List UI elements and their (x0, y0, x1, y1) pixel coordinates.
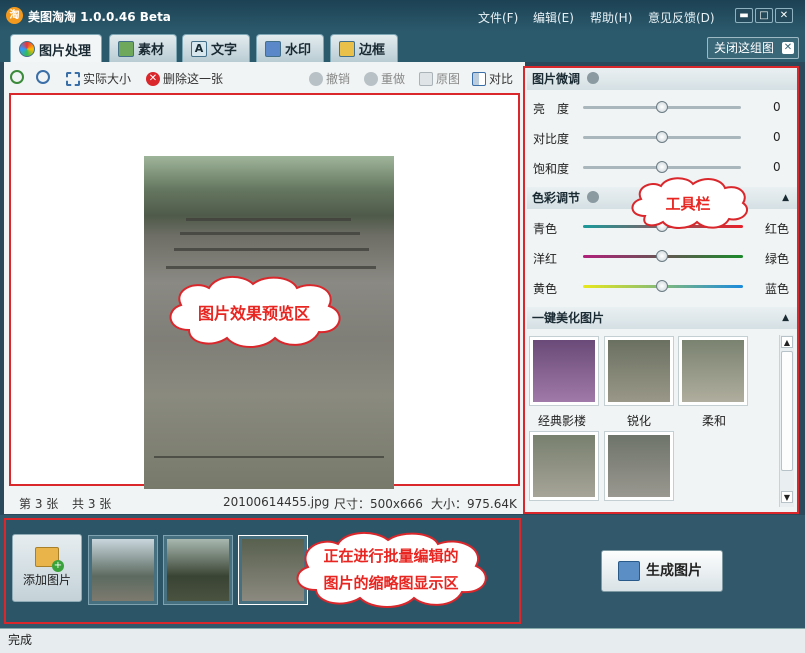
preset-thumbnail[interactable] (529, 431, 599, 501)
red-label: 红色 (765, 222, 790, 236)
image-preview-area[interactable]: 图片效果预览区 (9, 93, 520, 489)
delete-icon: ✕ (146, 71, 160, 86)
image-toolbar: 实际大小 ✕ 删除这一张 撤销 重做 原图 对比 (4, 62, 525, 92)
preset-label: 锐化 (627, 414, 652, 428)
fine-tune-header[interactable]: 图片微调 (527, 68, 797, 90)
original-icon (419, 71, 433, 86)
preview-panel: 实际大小 ✕ 删除这一张 撤销 重做 原图 对比 图片效果预览区 第 3 张 共… (4, 62, 525, 514)
undo-icon (309, 71, 323, 86)
saturation-slider-handle[interactable] (656, 161, 668, 173)
contrast-slider-handle[interactable] (656, 131, 668, 143)
menu-help[interactable]: 帮助(H) (590, 9, 632, 26)
close-group-button[interactable]: 关闭这组图 ✕ (707, 37, 799, 59)
brightness-value: 0 (773, 100, 781, 114)
generate-image-icon (618, 561, 640, 581)
green-label: 绿色 (765, 252, 790, 266)
scrollbar-thumb[interactable] (781, 351, 793, 471)
beautify-header[interactable]: 一键美化图片 ▲ (527, 307, 797, 329)
brightness-slider-handle[interactable] (656, 101, 668, 113)
zoom-in-icon (10, 70, 24, 84)
palette-icon (19, 41, 35, 57)
scroll-down-icon[interactable]: ▼ (781, 491, 793, 503)
preset-label: 经典影楼 (538, 414, 587, 428)
thumbnail-pagoda[interactable] (88, 535, 158, 605)
frame-icon (339, 40, 355, 57)
add-image-button[interactable]: + 添加图片 (12, 534, 82, 602)
app-logo-icon: 淘 (6, 7, 23, 24)
undo-button[interactable]: 撤销 (309, 70, 350, 87)
tab-image-processing[interactable]: 图片处理 (10, 34, 102, 63)
add-image-icon: + (35, 547, 64, 572)
redo-icon (364, 71, 378, 86)
magenta-label: 洋红 (533, 252, 558, 266)
text-icon: A (191, 40, 207, 57)
actual-size-button[interactable]: 实际大小 (66, 70, 131, 87)
preset-thumbnail[interactable] (604, 431, 674, 501)
compare-icon (472, 71, 486, 86)
close-icon: ✕ (782, 42, 794, 54)
image-filesize: 大小：975.64K (431, 497, 517, 511)
image-index: 第 3 张 (19, 497, 59, 511)
saturation-value: 0 (773, 160, 781, 174)
delete-image-button[interactable]: ✕ 删除这一张 (146, 70, 223, 87)
scroll-up-icon[interactable]: ▲ (781, 336, 793, 348)
zoom-out-icon (36, 70, 50, 84)
thumbnails-callout: 正在进行批量编辑的 图片的缩略图显示区 (286, 530, 496, 610)
refresh-icon (587, 72, 600, 84)
presets-scrollbar[interactable]: ▲ ▼ (779, 335, 794, 507)
zoom-in-button[interactable] (10, 70, 24, 84)
tab-material[interactable]: 素材 (109, 34, 177, 62)
preset-soft[interactable] (678, 336, 748, 406)
compare-button[interactable]: 对比 (472, 70, 513, 87)
expand-arrow-icon: ▲ (782, 313, 789, 323)
original-button[interactable]: 原图 (419, 70, 460, 87)
tab-bar: 图片处理 素材 A 文字 水印 边框 (0, 32, 805, 63)
magenta-green-slider-handle[interactable] (656, 250, 668, 262)
image-total: 共 3 张 (72, 497, 112, 511)
material-icon (118, 40, 134, 57)
cyan-label: 青色 (533, 222, 558, 236)
yellow-label: 黄色 (533, 282, 558, 296)
blue-label: 蓝色 (765, 282, 790, 296)
refresh-icon (587, 191, 600, 203)
thumbnail-strip: + 添加图片 正在进行批量编辑的 图片的缩略图显示区 (4, 518, 521, 624)
image-status-bar: 第 3 张 共 3 张 20100614455.jpg 尺寸：500x666 大… (4, 490, 525, 514)
toolbar-callout: 工具栏 (625, 176, 751, 230)
menu-edit[interactable]: 编辑(E) (533, 9, 574, 26)
watermark-icon (265, 40, 281, 57)
yellow-blue-slider-handle[interactable] (656, 280, 668, 292)
saturation-label: 饱和度 (533, 162, 570, 176)
contrast-value: 0 (773, 130, 781, 144)
app-title: 美图淘淘 1.0.0.46 Beta (28, 10, 171, 24)
maximize-button[interactable]: □ (755, 8, 773, 23)
zoom-out-button[interactable] (36, 70, 50, 84)
status-bar: 完成 (0, 628, 805, 653)
close-window-button[interactable]: ✕ (775, 8, 793, 23)
tab-frame[interactable]: 边框 (330, 34, 398, 62)
preset-sharpen[interactable] (604, 336, 674, 406)
menu-feedback[interactable]: 意见反馈(D) (648, 9, 715, 26)
contrast-label: 对比度 (533, 132, 570, 146)
adjust-panel: 图片微调 亮 度 0 对比度 0 饱和度 0 色彩调节 ▲ 青色 红色 洋红 绿… (523, 66, 799, 514)
preset-label: 柔和 (702, 414, 727, 428)
brightness-label: 亮 度 (533, 102, 570, 116)
preview-callout: 图片效果预览区 (159, 272, 349, 352)
generate-image-button[interactable]: 生成图片 (601, 550, 723, 592)
menu-file[interactable]: 文件(F) (478, 9, 518, 26)
actual-size-icon (66, 71, 80, 86)
image-filename: 20100614455.jpg (223, 495, 330, 509)
redo-button[interactable]: 重做 (364, 70, 405, 87)
image-dimensions: 尺寸：500x666 (334, 497, 423, 511)
tab-text[interactable]: A 文字 (182, 34, 250, 62)
preset-classic-studio[interactable] (529, 336, 599, 406)
expand-arrow-icon: ▲ (782, 193, 789, 203)
status-text: 完成 (8, 633, 33, 647)
minimize-button[interactable]: ▬ (735, 8, 753, 23)
tab-watermark[interactable]: 水印 (256, 34, 324, 62)
title-bar: 淘 美图淘淘 1.0.0.46 Beta 文件(F) 编辑(E) 帮助(H) 意… (0, 0, 805, 32)
thumbnail-trees[interactable] (163, 535, 233, 605)
